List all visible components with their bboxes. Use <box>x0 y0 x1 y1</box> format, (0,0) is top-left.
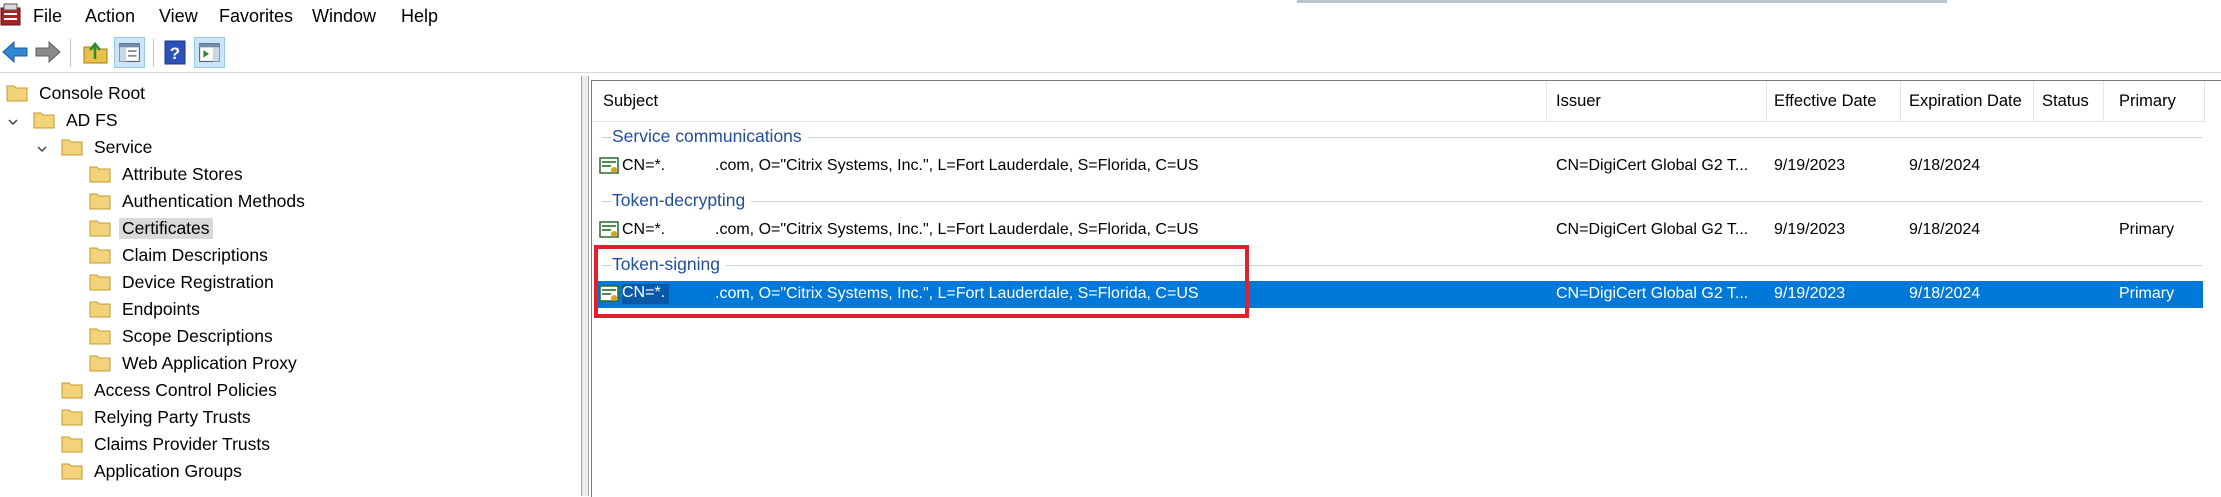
table-row[interactable]: CN=*. .com, O="Citrix Systems, Inc.", L=… <box>596 153 2203 180</box>
folder-icon <box>61 436 83 453</box>
tree-item-label: Attribute Stores <box>122 164 243 184</box>
folder-icon <box>6 85 28 102</box>
tree-item-label: AD FS <box>66 110 118 130</box>
column-header-primary[interactable]: Primary <box>2119 92 2176 111</box>
tree-item-label: Certificates <box>119 218 213 239</box>
certificate-icon <box>599 221 619 238</box>
menu-file[interactable]: File <box>33 6 62 27</box>
expiration-date-cell: 9/18/2024 <box>1909 221 1981 238</box>
issuer-cell: CN=DigiCert Global G2 T... <box>1556 221 1749 238</box>
tree-item-label: Scope Descriptions <box>122 326 273 346</box>
tree-item-label: Endpoints <box>122 299 200 319</box>
column-divider[interactable] <box>2204 81 2205 121</box>
menu-help[interactable]: Help <box>401 6 438 27</box>
subject-cell: .com, O="Citrix Systems, Inc.", L=Fort L… <box>715 157 1199 174</box>
menu-favorites[interactable]: Favorites <box>219 6 293 27</box>
subject-cell-prefix: CN=*. <box>622 221 666 238</box>
column-header-subject[interactable]: Subject <box>603 92 658 111</box>
toolbar: ? <box>0 34 2221 73</box>
expiration-date-cell: 9/18/2024 <box>1909 157 1981 174</box>
effective-date-cell: 9/19/2023 <box>1774 221 1846 238</box>
folder-icon <box>89 247 111 264</box>
group-header-service-communications[interactable]: Service communications <box>612 126 808 147</box>
column-header-expiration-date[interactable]: Expiration Date <box>1909 92 2022 111</box>
tree-item-label: Console Root <box>39 83 146 103</box>
effective-date-cell: 9/19/2023 <box>1774 285 1846 302</box>
certificate-icon <box>599 157 619 174</box>
folder-icon <box>89 220 111 237</box>
subject-cell: .com, O="Citrix Systems, Inc.", L=Fort L… <box>715 221 1199 238</box>
expiration-date-cell: 9/18/2024 <box>1909 285 1981 302</box>
column-divider[interactable] <box>1766 81 1767 121</box>
forward-arrow-icon[interactable] <box>32 37 63 68</box>
back-arrow-icon[interactable] <box>0 37 31 68</box>
menu-bar: File Action View Favorites Window Help <box>0 0 2221 34</box>
column-divider[interactable] <box>2033 81 2034 121</box>
issuer-cell: CN=DigiCert Global G2 T... <box>1556 285 1749 302</box>
chevron-down-icon[interactable] <box>36 143 48 155</box>
folder-icon <box>61 409 83 426</box>
console-tree: Console Root AD FS Service Attribute Sto… <box>0 76 580 496</box>
tree-item-label: Authentication Methods <box>122 191 305 211</box>
folder-icon <box>89 166 111 183</box>
tree-item-label: Relying Party Trusts <box>94 407 251 427</box>
folder-icon <box>89 193 111 210</box>
tree-item-label: Device Registration <box>122 272 274 292</box>
primary-cell: Primary <box>2119 285 2175 302</box>
chevron-down-icon[interactable] <box>7 116 19 128</box>
toolbar-separator <box>70 39 71 67</box>
folder-icon <box>33 112 55 129</box>
list-header: Subject Issuer Effective Date Expiration… <box>592 81 2205 122</box>
column-divider[interactable] <box>2103 81 2104 121</box>
pane-splitter[interactable] <box>581 76 589 496</box>
column-header-issuer[interactable]: Issuer <box>1556 92 1601 111</box>
effective-date-cell: 9/19/2023 <box>1774 157 1846 174</box>
menu-action[interactable]: Action <box>85 6 135 27</box>
column-divider[interactable] <box>1546 81 1547 121</box>
menu-window[interactable]: Window <box>312 6 376 27</box>
subject-cell-prefix: CN=*. <box>622 157 666 174</box>
folder-icon <box>89 274 111 291</box>
toolbar-separator <box>153 39 154 67</box>
folder-icon <box>89 355 111 372</box>
svg-text:?: ? <box>170 44 180 63</box>
folder-icon <box>89 301 111 318</box>
group-divider <box>602 137 2202 138</box>
highlight-annotation-box <box>594 245 1249 318</box>
title-strip <box>1297 0 1947 3</box>
menu-view[interactable]: View <box>159 6 198 27</box>
group-divider <box>602 201 2202 202</box>
tree-item-label: Application Groups <box>94 461 242 481</box>
show-hide-console-tree-icon[interactable] <box>114 37 145 68</box>
mmc-app-icon[interactable] <box>0 3 22 27</box>
primary-cell: Primary <box>2119 221 2175 238</box>
tree-item-label: Access Control Policies <box>94 380 277 400</box>
tree-item-label: Claim Descriptions <box>122 245 268 265</box>
folder-icon <box>61 382 83 399</box>
show-action-pane-icon[interactable] <box>194 37 225 68</box>
column-divider[interactable] <box>1900 81 1901 121</box>
folder-icon <box>89 328 111 345</box>
folder-icon <box>61 463 83 480</box>
help-icon[interactable]: ? <box>160 37 191 68</box>
tree-item-label: Web Application Proxy <box>122 353 297 373</box>
column-header-effective-date[interactable]: Effective Date <box>1774 92 1876 111</box>
folder-icon <box>61 139 83 156</box>
table-row[interactable]: CN=*. .com, O="Citrix Systems, Inc.", L=… <box>596 217 2203 244</box>
column-header-status[interactable]: Status <box>2042 92 2089 111</box>
up-folder-icon[interactable] <box>80 37 111 68</box>
tree-item-label: Service <box>94 137 153 157</box>
group-header-token-decrypting[interactable]: Token-decrypting <box>612 190 752 211</box>
tree-item-label: Claims Provider Trusts <box>94 434 271 454</box>
issuer-cell: CN=DigiCert Global G2 T... <box>1556 157 1749 174</box>
